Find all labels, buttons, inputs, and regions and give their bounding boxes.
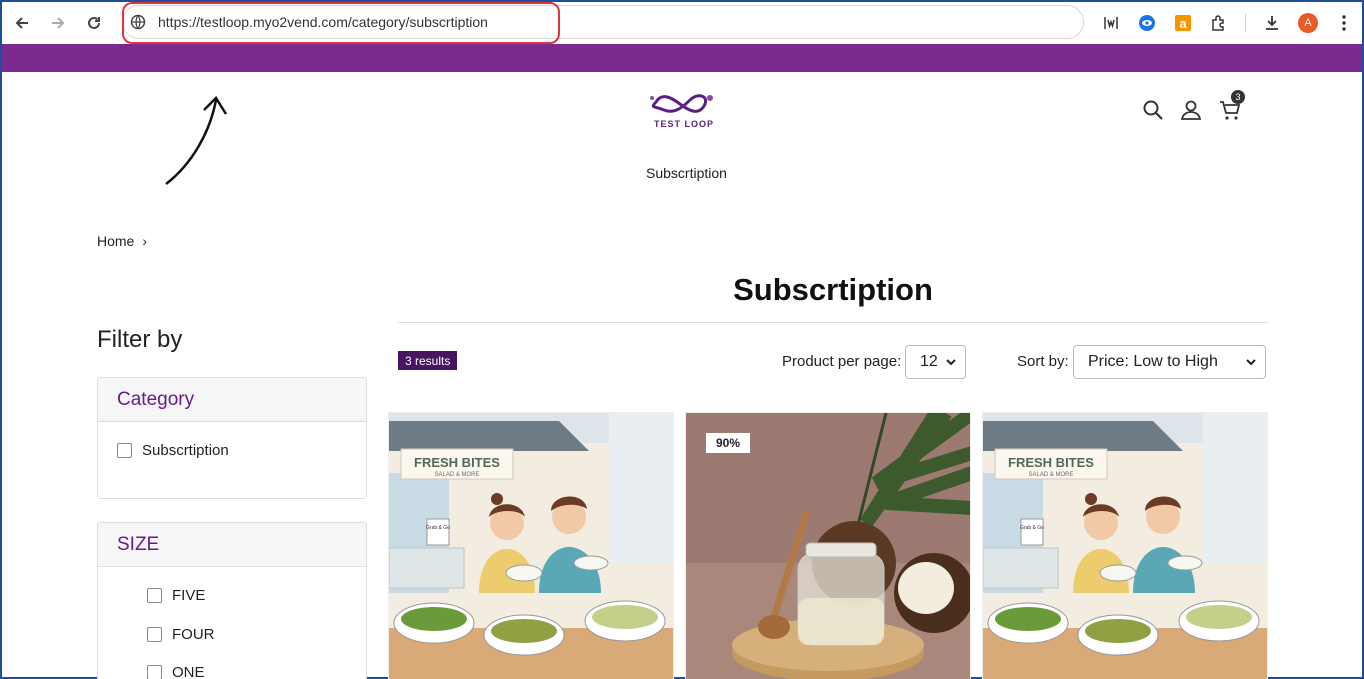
discount-badge: 90% <box>706 433 751 453</box>
breadcrumb: Home › <box>97 233 147 249</box>
url-text[interactable]: https://testloop.myo2vend.com/category/s… <box>158 14 488 30</box>
toolbar-divider <box>1245 14 1246 32</box>
search-icon[interactable] <box>1141 98 1165 122</box>
browser-toolbar: https://testloop.myo2vend.com/category/s… <box>2 2 1362 44</box>
chevron-down-icon <box>1246 359 1256 366</box>
extension-w-icon[interactable] <box>1100 12 1122 34</box>
svg-text:FRESH BITES: FRESH BITES <box>414 455 500 470</box>
site-logo[interactable]: TEST LOOP <box>644 86 724 130</box>
checkbox[interactable] <box>147 665 162 679</box>
profile-avatar[interactable]: A <box>1297 12 1319 34</box>
svg-text:TEST LOOP: TEST LOOP <box>654 119 714 129</box>
globe-icon <box>130 14 146 35</box>
svg-text:a: a <box>1179 16 1187 31</box>
annotation-arrow <box>165 96 228 185</box>
svg-text:Grab & Go: Grab & Go <box>1020 525 1044 531</box>
size-option-four[interactable]: FOUR <box>147 626 215 643</box>
category-option[interactable]: Subscrtiption <box>117 442 229 459</box>
category-filter-heading[interactable]: Category <box>98 378 366 422</box>
product-image: FRESH BITES SALAD & MORE Grab & Go <box>389 413 673 679</box>
extension-eye-icon[interactable] <box>1136 12 1158 34</box>
size-filter-heading[interactable]: SIZE <box>98 523 366 567</box>
page-title: Subscrtiption <box>733 272 933 307</box>
checkbox[interactable] <box>147 588 162 603</box>
product-card[interactable]: 90% <box>685 412 971 679</box>
svg-text:SALAD & MORE: SALAD & MORE <box>1028 472 1073 478</box>
promo-bar <box>2 44 1362 72</box>
breadcrumb-separator: › <box>142 233 148 249</box>
per-page-select[interactable]: 12 <box>905 345 966 379</box>
reload-icon[interactable] <box>82 11 106 35</box>
sort-select[interactable]: Price: Low to High <box>1073 345 1266 379</box>
product-card[interactable]: FRESH BITES SALAD & MORE Grab & Go <box>982 412 1268 679</box>
forward-icon[interactable] <box>46 11 70 35</box>
category-filter: Category Subscrtiption <box>97 377 367 499</box>
breadcrumb-home[interactable]: Home <box>97 233 134 249</box>
filter-title: Filter by <box>97 326 183 353</box>
checkbox[interactable] <box>147 627 162 642</box>
browser-menu-icon[interactable] <box>1333 12 1355 34</box>
results-count-badge: 3 results <box>398 351 458 370</box>
size-filter: SIZE FIVE FOUR ONE <box>97 522 367 679</box>
download-icon[interactable] <box>1261 12 1283 34</box>
product-image: FRESH BITES SALAD & MORE Grab & Go <box>983 413 1267 679</box>
svg-text:SALAD & MORE: SALAD & MORE <box>434 472 479 478</box>
per-page-label: Product per page: <box>782 353 902 370</box>
back-icon[interactable] <box>10 11 34 35</box>
title-divider <box>398 322 1268 323</box>
svg-text:Grab & Go: Grab & Go <box>426 525 450 531</box>
checkbox[interactable] <box>117 443 132 458</box>
extensions-puzzle-icon[interactable] <box>1208 12 1230 34</box>
extension-amazon-icon[interactable]: a <box>1172 12 1194 34</box>
size-option-five[interactable]: FIVE <box>147 587 205 604</box>
product-card[interactable]: FRESH BITES SALAD & MORE Grab & Go <box>388 412 674 679</box>
size-option-one[interactable]: ONE <box>147 664 205 679</box>
account-icon[interactable] <box>1179 98 1203 122</box>
nav-link-subscription[interactable]: Subscrtiption <box>646 165 727 181</box>
sort-label: Sort by: <box>1017 353 1069 370</box>
svg-text:FRESH BITES: FRESH BITES <box>1008 455 1094 470</box>
chevron-down-icon <box>946 359 956 366</box>
cart-count-badge: 3 <box>1231 90 1245 104</box>
